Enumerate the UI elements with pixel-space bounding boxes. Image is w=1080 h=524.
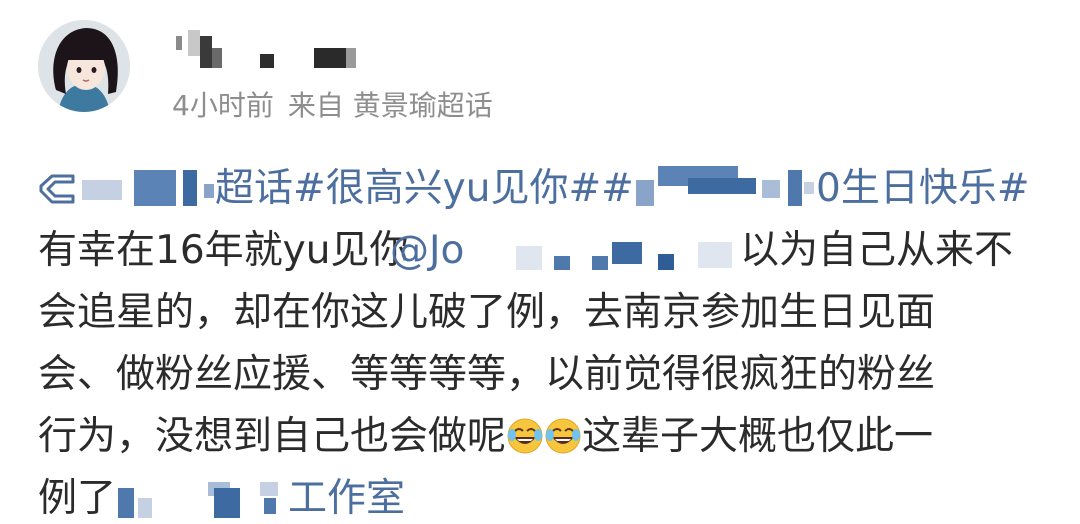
body-text: 行为，没想到自己也会做呢 xyxy=(38,414,507,459)
studio-link[interactable]: 工作室 xyxy=(288,468,405,524)
body-line-3: 会追星的，却在你这儿破了例，去南京参加生日见面 xyxy=(38,282,1048,344)
topic-line: 超话#很高兴yu见你## 0生日快乐# xyxy=(38,158,1048,220)
redacted-block xyxy=(264,498,276,514)
redacted-block xyxy=(260,482,278,496)
redacted-block xyxy=(698,242,732,268)
body-text: 有幸在16年就yu见你 xyxy=(38,228,409,273)
body-text: 以为自己从来不 xyxy=(740,228,1014,273)
body-line-2: 有幸在16年就yu见你 @Jo 以为自己从来不 xyxy=(38,220,1048,282)
post-body: 超话#很高兴yu见你## 0生日快乐# 有幸在16年就yu见你 @Jo 以为自己… xyxy=(38,158,1048,524)
author-avatar[interactable] xyxy=(38,20,130,112)
supertopic-icon[interactable] xyxy=(38,172,76,206)
author-name-redacted[interactable] xyxy=(168,30,378,78)
laugh-cry-icon xyxy=(545,418,581,454)
redacted-block xyxy=(183,170,197,206)
post-time: 4小时前 xyxy=(172,89,274,122)
avatar-girl-icon xyxy=(38,20,130,112)
redacted-block xyxy=(636,180,654,206)
redacted-block xyxy=(554,256,570,270)
redacted-block xyxy=(82,180,122,200)
redacted-block xyxy=(788,170,802,206)
redacted-block xyxy=(214,488,240,518)
body-text: 会、做粉丝应援、等等等等，以前觉得很疯狂的粉丝 xyxy=(38,352,936,397)
redacted-block xyxy=(204,184,214,198)
redacted-block xyxy=(612,242,642,264)
body-line-6: 例了 工作室 xyxy=(38,468,1048,524)
post-source[interactable]: 来自 黄景瑜超话 xyxy=(288,89,493,122)
topic-birthday[interactable]: 0生日快乐# xyxy=(816,158,1030,220)
redacted-block xyxy=(658,254,674,270)
post-meta: 4小时前 来自 黄景瑜超话 xyxy=(172,86,493,126)
redacted-block xyxy=(592,256,608,270)
body-text: 会追星的，却在你这儿破了例，去南京参加生日见面 xyxy=(38,290,936,335)
redacted-block xyxy=(804,182,814,194)
redacted-block xyxy=(516,246,542,270)
redacted-block xyxy=(762,180,780,198)
body-line-5: 行为，没想到自己也会做呢 这辈子大概也仅此一 xyxy=(38,406,1048,468)
redacted-block xyxy=(688,178,756,194)
redacted-block xyxy=(118,488,134,518)
topic-hashtags[interactable]: 超话#很高兴yu见你## xyxy=(215,158,634,220)
body-text: 这辈子大概也仅此一 xyxy=(582,414,934,459)
mention-link[interactable]: @Jo xyxy=(390,220,464,282)
body-text: 例了 xyxy=(38,476,117,521)
redacted-block xyxy=(138,498,152,518)
redacted-block xyxy=(134,170,176,206)
laugh-cry-icon xyxy=(507,418,543,454)
body-line-4: 会、做粉丝应援、等等等等，以前觉得很疯狂的粉丝 xyxy=(38,344,1048,406)
